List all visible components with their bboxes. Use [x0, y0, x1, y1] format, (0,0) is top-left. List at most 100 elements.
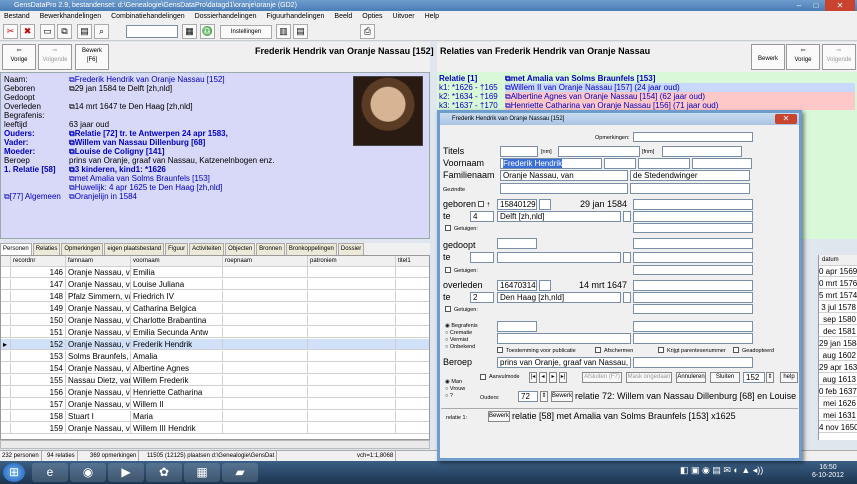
gezindte-field[interactable]: [500, 183, 628, 194]
col-titel1[interactable]: titel1: [396, 256, 429, 267]
afsluiten-button[interactable]: Afsluiten (F7): [582, 372, 622, 383]
menu-figuurhandelingen[interactable]: Figuurhandelingen: [262, 13, 328, 20]
doop-getuigen-field[interactable]: [633, 265, 753, 275]
table-row[interactable]: 156Oranje Nassau, vanHenriette Catharina: [1, 387, 429, 398]
ovl-te-extra[interactable]: [633, 292, 753, 303]
table-row[interactable]: 157Oranje Nassau, vanWillem II: [1, 399, 429, 410]
overleden-spin[interactable]: [539, 280, 551, 291]
nav-prev-button[interactable]: ◂: [539, 372, 547, 383]
geboren-extra-field[interactable]: [633, 199, 753, 210]
ovl-te-field[interactable]: Den Haag [zh,nld]: [497, 292, 621, 303]
record-count-spin[interactable]: ⇕: [766, 372, 774, 383]
tool-delete-icon[interactable]: ✖: [20, 24, 35, 39]
help-button[interactable]: help: [780, 372, 798, 383]
taskbar-chart-icon[interactable]: ▦: [184, 463, 220, 482]
clock[interactable]: 16:50 6-10-2012: [812, 464, 844, 480]
col-patroniem[interactable]: patroniem: [308, 256, 396, 267]
rel-vorige-button[interactable]: ⇦ Vorige: [786, 44, 820, 70]
tool-flag-icon[interactable]: ▥: [276, 24, 291, 39]
menu-beeld[interactable]: Beeld: [330, 13, 356, 20]
doop-te-field[interactable]: [497, 252, 621, 263]
gedoopt-extra-field[interactable]: [633, 238, 753, 249]
mask-ongedaan-button[interactable]: Mask ongedaan: [626, 372, 672, 383]
menu-help[interactable]: Help: [421, 13, 443, 20]
geb-te-field[interactable]: Delft [zh,nld]: [497, 211, 621, 222]
voornaam-field[interactable]: Frederik Hendrik: [500, 158, 602, 169]
record-count-field[interactable]: 152: [743, 372, 765, 383]
doop-te-extra[interactable]: [633, 252, 753, 263]
table-row[interactable]: 154Oranje Nassau, vanAlbertine Agnes: [1, 363, 429, 374]
naam-link[interactable]: ⧉Frederik Hendrik van Oranje Nassau [152…: [69, 75, 225, 84]
aanvulmode-checkbox[interactable]: [480, 374, 486, 380]
gezindte-extra-field[interactable]: [630, 183, 750, 194]
geboren-code-field[interactable]: 15840129: [497, 199, 537, 210]
ouders-num-field[interactable]: 72: [518, 391, 538, 402]
tray-icons[interactable]: ◧ ▣ ◉ ▤ ✉ ◐ ▲ ◂)): [680, 465, 790, 479]
ovl-getuigen-field[interactable]: [633, 304, 753, 314]
menu-opties[interactable]: Opties: [358, 13, 386, 20]
minimize-icon[interactable]: –: [791, 0, 807, 11]
tab-dossier[interactable]: Dossier: [337, 243, 365, 255]
instellingen-button[interactable]: Instellingen: [220, 25, 272, 39]
ovl-te-spin[interactable]: [623, 292, 631, 303]
doop-getuigen-checkbox[interactable]: [445, 267, 451, 273]
maximize-icon[interactable]: □: [808, 0, 824, 11]
geb-getuigen-checkbox[interactable]: [445, 225, 451, 231]
beroep-extra-field[interactable]: [633, 357, 753, 368]
menu-uitvoer[interactable]: Uitvoer: [388, 13, 418, 20]
tab-relaties[interactable]: Relaties: [32, 243, 61, 255]
afschermen-checkbox[interactable]: [595, 347, 601, 353]
tool-cut-icon[interactable]: ✂: [3, 24, 18, 39]
close-icon[interactable]: ✕: [825, 0, 855, 11]
relation-header-right[interactable]: ⧉met Amalia van Solms Braunfels [153]: [505, 74, 855, 83]
vorige-button[interactable]: ⇦ Vorige: [2, 44, 36, 70]
search-input[interactable]: [126, 25, 178, 38]
nav-first-button[interactable]: |◂: [529, 372, 537, 383]
col-recordnr[interactable]: recordnr: [11, 256, 66, 267]
menu-bewerkhandelingen[interactable]: Bewerkhandelingen: [36, 13, 106, 20]
taskbar-tree-icon[interactable]: ✿: [146, 463, 182, 482]
familienaam-extra-field[interactable]: de Stedendwinger: [630, 170, 750, 181]
tool-new-icon[interactable]: ▭: [40, 24, 55, 39]
table-row[interactable]: 155 Nassau Dietz, van Willem Frederik: [1, 375, 429, 386]
ovl-getuigen-checkbox[interactable]: [445, 306, 451, 312]
tool-copy-icon[interactable]: ⧉: [57, 24, 72, 39]
tab-objecten[interactable]: Objecten: [225, 243, 256, 255]
child-3-link[interactable]: ⧉Henriette Catharina van Oranje Nassau […: [505, 101, 855, 110]
taskbar-ie-icon[interactable]: e: [32, 463, 68, 482]
overleden-extra-field[interactable]: [633, 280, 753, 291]
table-row[interactable]: 147Oranje Nassau, vanLouise Juliana: [1, 279, 429, 290]
overleden-code-field[interactable]: 16470314: [497, 280, 537, 291]
tool-open-icon[interactable]: ▤: [77, 24, 92, 39]
beroep-field[interactable]: prins van Oranje, graaf van Nassau,: [497, 357, 631, 368]
kinderen-link[interactable]: ⧉3 kinderen, kind1: *1626: [69, 165, 166, 174]
start-button[interactable]: ⊞: [3, 463, 25, 482]
tool-grid-icon[interactable]: ▦: [182, 24, 197, 39]
moeder-link[interactable]: ⧉Louise de Coligny [141]: [69, 147, 165, 156]
tab-figuur[interactable]: Figuur: [165, 243, 189, 255]
child-2-link[interactable]: ⧉Albertine Agnes van Oranje Nassau [154]…: [505, 92, 855, 101]
tab-bronkoppelingen[interactable]: Bronkoppelingen: [285, 243, 337, 255]
partner-link[interactable]: ⧉met Amalia van Solms Braunfels [153]: [69, 174, 210, 183]
ouders-link[interactable]: ⧉Relatie [72] tr. te Antwerpen 24 apr 15…: [69, 129, 228, 138]
table-row[interactable]: 153Solms Braunfels, vanAmalia: [1, 351, 429, 362]
tool-print-icon[interactable]: ⎙: [360, 24, 375, 39]
begrafenis-date-field[interactable]: [497, 321, 537, 332]
opmerkingen-field[interactable]: [633, 132, 753, 142]
nav-last-button[interactable]: ▸|: [559, 372, 567, 383]
tab-plaatsbestand[interactable]: eigen plaatsbestand: [104, 243, 165, 255]
child-1-link[interactable]: ⧉Willem II van Oranje Nassau [157] (24 j…: [505, 83, 855, 92]
radio-unknown[interactable]: ○ ?: [445, 391, 453, 402]
tab-activiteiten[interactable]: Activiteiten: [189, 243, 225, 255]
taskbar-firefox-icon[interactable]: ◉: [70, 463, 106, 482]
voornaam-extra2-field[interactable]: [638, 158, 690, 169]
geb-te-spin[interactable]: [623, 211, 631, 222]
krijgt-checkbox[interactable]: [658, 347, 664, 353]
voornaam-extra3-field[interactable]: [692, 158, 752, 169]
nav-next-button[interactable]: ▸: [549, 372, 557, 383]
tab-personen[interactable]: Personen: [0, 243, 32, 255]
geb-getuigen-field[interactable]: [633, 223, 753, 233]
geadopteerd-checkbox[interactable]: [733, 347, 739, 353]
relatie1-bewerk-button[interactable]: Bewerk: [488, 411, 510, 422]
annuleren-button[interactable]: Annuleren: [676, 372, 706, 383]
